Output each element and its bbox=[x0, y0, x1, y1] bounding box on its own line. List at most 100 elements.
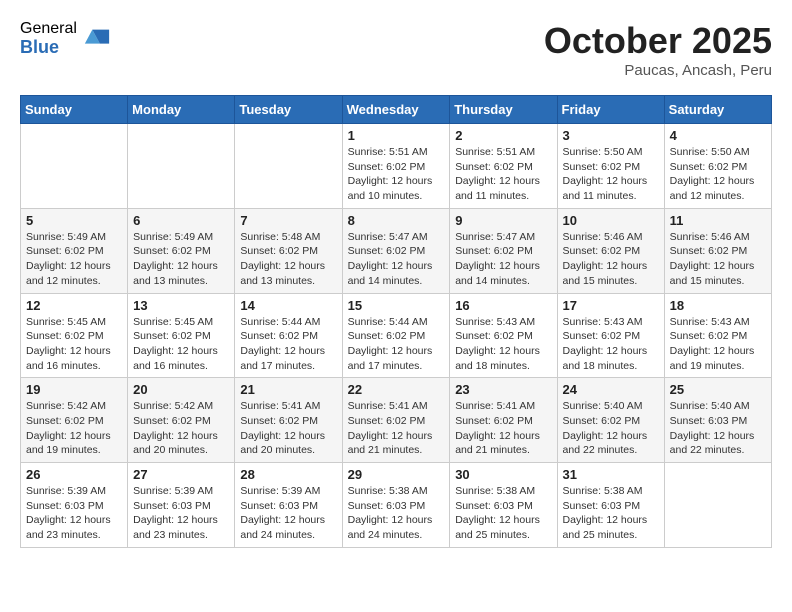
title-section: October 2025 Paucas, Ancash, Peru bbox=[544, 20, 772, 79]
logo-general: General bbox=[20, 20, 77, 38]
day-info: Sunrise: 5:40 AM Sunset: 6:03 PM Dayligh… bbox=[670, 399, 766, 458]
day-info: Sunrise: 5:44 AM Sunset: 6:02 PM Dayligh… bbox=[240, 315, 336, 374]
weekday-header: Sunday bbox=[21, 96, 128, 124]
day-number: 29 bbox=[348, 467, 445, 482]
day-number: 13 bbox=[133, 298, 229, 313]
calendar-cell: 19 Sunrise: 5:42 AM Sunset: 6:02 PM Dayli… bbox=[21, 378, 128, 463]
calendar-cell: 27 Sunrise: 5:39 AM Sunset: 6:03 PM Dayli… bbox=[128, 463, 235, 548]
day-info: Sunrise: 5:51 AM Sunset: 6:02 PM Dayligh… bbox=[455, 145, 551, 204]
day-info: Sunrise: 5:48 AM Sunset: 6:02 PM Dayligh… bbox=[240, 230, 336, 289]
day-info: Sunrise: 5:39 AM Sunset: 6:03 PM Dayligh… bbox=[240, 484, 336, 543]
calendar-cell: 14 Sunrise: 5:44 AM Sunset: 6:02 PM Dayli… bbox=[235, 293, 342, 378]
day-number: 30 bbox=[455, 467, 551, 482]
day-number: 20 bbox=[133, 382, 229, 397]
day-info: Sunrise: 5:47 AM Sunset: 6:02 PM Dayligh… bbox=[455, 230, 551, 289]
calendar-cell: 31 Sunrise: 5:38 AM Sunset: 6:03 PM Dayli… bbox=[557, 463, 664, 548]
calendar-cell: 8 Sunrise: 5:47 AM Sunset: 6:02 PM Daylig… bbox=[342, 208, 450, 293]
day-number: 25 bbox=[670, 382, 766, 397]
calendar-cell: 15 Sunrise: 5:44 AM Sunset: 6:02 PM Dayli… bbox=[342, 293, 450, 378]
calendar-cell: 12 Sunrise: 5:45 AM Sunset: 6:02 PM Dayli… bbox=[21, 293, 128, 378]
day-info: Sunrise: 5:43 AM Sunset: 6:02 PM Dayligh… bbox=[563, 315, 659, 374]
calendar-cell: 7 Sunrise: 5:48 AM Sunset: 6:02 PM Daylig… bbox=[235, 208, 342, 293]
calendar-cell: 28 Sunrise: 5:39 AM Sunset: 6:03 PM Dayli… bbox=[235, 463, 342, 548]
calendar-cell: 21 Sunrise: 5:41 AM Sunset: 6:02 PM Dayli… bbox=[235, 378, 342, 463]
weekday-header: Wednesday bbox=[342, 96, 450, 124]
day-info: Sunrise: 5:39 AM Sunset: 6:03 PM Dayligh… bbox=[26, 484, 122, 543]
day-number: 17 bbox=[563, 298, 659, 313]
calendar-cell: 17 Sunrise: 5:43 AM Sunset: 6:02 PM Dayli… bbox=[557, 293, 664, 378]
day-number: 2 bbox=[455, 128, 551, 143]
logo-text: General Blue bbox=[20, 20, 77, 57]
day-info: Sunrise: 5:39 AM Sunset: 6:03 PM Dayligh… bbox=[133, 484, 229, 543]
day-info: Sunrise: 5:42 AM Sunset: 6:02 PM Dayligh… bbox=[133, 399, 229, 458]
calendar-cell bbox=[21, 124, 128, 209]
day-info: Sunrise: 5:41 AM Sunset: 6:02 PM Dayligh… bbox=[240, 399, 336, 458]
day-info: Sunrise: 5:44 AM Sunset: 6:02 PM Dayligh… bbox=[348, 315, 445, 374]
calendar-cell bbox=[664, 463, 771, 548]
day-number: 28 bbox=[240, 467, 336, 482]
day-info: Sunrise: 5:41 AM Sunset: 6:02 PM Dayligh… bbox=[348, 399, 445, 458]
day-info: Sunrise: 5:49 AM Sunset: 6:02 PM Dayligh… bbox=[26, 230, 122, 289]
day-info: Sunrise: 5:42 AM Sunset: 6:02 PM Dayligh… bbox=[26, 399, 122, 458]
day-info: Sunrise: 5:43 AM Sunset: 6:02 PM Dayligh… bbox=[670, 315, 766, 374]
day-number: 31 bbox=[563, 467, 659, 482]
day-info: Sunrise: 5:40 AM Sunset: 6:02 PM Dayligh… bbox=[563, 399, 659, 458]
weekday-header: Friday bbox=[557, 96, 664, 124]
calendar-cell: 5Sunrise: 5:49 AM Sunset: 6:02 PM Daylig… bbox=[21, 208, 128, 293]
calendar-cell: 18Sunrise: 5:43 AM Sunset: 6:02 PM Dayli… bbox=[664, 293, 771, 378]
logo: General Blue bbox=[20, 20, 111, 57]
day-number: 15 bbox=[348, 298, 445, 313]
calendar-cell: 24 Sunrise: 5:40 AM Sunset: 6:02 PM Dayli… bbox=[557, 378, 664, 463]
calendar-table: SundayMondayTuesdayWednesdayThursdayFrid… bbox=[20, 95, 772, 548]
calendar-cell: 30Sunrise: 5:38 AM Sunset: 6:03 PM Dayli… bbox=[450, 463, 557, 548]
day-number: 23 bbox=[455, 382, 551, 397]
calendar-cell: 9 Sunrise: 5:47 AM Sunset: 6:02 PM Daylig… bbox=[450, 208, 557, 293]
day-number: 16 bbox=[455, 298, 551, 313]
day-info: Sunrise: 5:45 AM Sunset: 6:02 PM Dayligh… bbox=[26, 315, 122, 374]
weekday-header: Monday bbox=[128, 96, 235, 124]
day-number: 22 bbox=[348, 382, 445, 397]
day-number: 12 bbox=[26, 298, 122, 313]
day-number: 1 bbox=[348, 128, 445, 143]
day-info: Sunrise: 5:47 AM Sunset: 6:02 PM Dayligh… bbox=[348, 230, 445, 289]
calendar-cell: 23Sunrise: 5:41 AM Sunset: 6:02 PM Dayli… bbox=[450, 378, 557, 463]
day-number: 27 bbox=[133, 467, 229, 482]
day-number: 11 bbox=[670, 213, 766, 228]
logo-blue: Blue bbox=[20, 38, 77, 58]
day-number: 8 bbox=[348, 213, 445, 228]
day-info: Sunrise: 5:46 AM Sunset: 6:02 PM Dayligh… bbox=[563, 230, 659, 289]
calendar-cell: 16 Sunrise: 5:43 AM Sunset: 6:02 PM Dayli… bbox=[450, 293, 557, 378]
day-info: Sunrise: 5:46 AM Sunset: 6:02 PM Dayligh… bbox=[670, 230, 766, 289]
logo-icon bbox=[83, 25, 111, 53]
calendar-cell: 25 Sunrise: 5:40 AM Sunset: 6:03 PM Dayli… bbox=[664, 378, 771, 463]
day-number: 10 bbox=[563, 213, 659, 228]
day-number: 14 bbox=[240, 298, 336, 313]
page-header: General Blue October 2025 Paucas, Ancash… bbox=[20, 20, 772, 79]
day-number: 9 bbox=[455, 213, 551, 228]
calendar-cell: 10 Sunrise: 5:46 AM Sunset: 6:02 PM Dayli… bbox=[557, 208, 664, 293]
day-number: 7 bbox=[240, 213, 336, 228]
calendar-cell: 6Sunrise: 5:49 AM Sunset: 6:02 PM Daylig… bbox=[128, 208, 235, 293]
day-info: Sunrise: 5:43 AM Sunset: 6:02 PM Dayligh… bbox=[455, 315, 551, 374]
calendar-cell: 4 Sunrise: 5:50 AM Sunset: 6:02 PM Daylig… bbox=[664, 124, 771, 209]
calendar-cell: 22 Sunrise: 5:41 AM Sunset: 6:02 PM Dayli… bbox=[342, 378, 450, 463]
day-info: Sunrise: 5:50 AM Sunset: 6:02 PM Dayligh… bbox=[563, 145, 659, 204]
calendar-cell bbox=[235, 124, 342, 209]
day-info: Sunrise: 5:49 AM Sunset: 6:02 PM Dayligh… bbox=[133, 230, 229, 289]
day-number: 21 bbox=[240, 382, 336, 397]
calendar-cell: 26Sunrise: 5:39 AM Sunset: 6:03 PM Dayli… bbox=[21, 463, 128, 548]
calendar-cell: 20 Sunrise: 5:42 AM Sunset: 6:02 PM Dayli… bbox=[128, 378, 235, 463]
day-number: 19 bbox=[26, 382, 122, 397]
calendar-cell: 29Sunrise: 5:38 AM Sunset: 6:03 PM Dayli… bbox=[342, 463, 450, 548]
day-info: Sunrise: 5:38 AM Sunset: 6:03 PM Dayligh… bbox=[563, 484, 659, 543]
day-info: Sunrise: 5:51 AM Sunset: 6:02 PM Dayligh… bbox=[348, 145, 445, 204]
day-number: 24 bbox=[563, 382, 659, 397]
day-number: 4 bbox=[670, 128, 766, 143]
day-info: Sunrise: 5:45 AM Sunset: 6:02 PM Dayligh… bbox=[133, 315, 229, 374]
weekday-header: Saturday bbox=[664, 96, 771, 124]
calendar-cell: 11 Sunrise: 5:46 AM Sunset: 6:02 PM Dayli… bbox=[664, 208, 771, 293]
calendar-cell: 13 Sunrise: 5:45 AM Sunset: 6:02 PM Dayli… bbox=[128, 293, 235, 378]
calendar-cell: 3Sunrise: 5:50 AM Sunset: 6:02 PM Daylig… bbox=[557, 124, 664, 209]
day-info: Sunrise: 5:50 AM Sunset: 6:02 PM Dayligh… bbox=[670, 145, 766, 204]
weekday-header: Thursday bbox=[450, 96, 557, 124]
